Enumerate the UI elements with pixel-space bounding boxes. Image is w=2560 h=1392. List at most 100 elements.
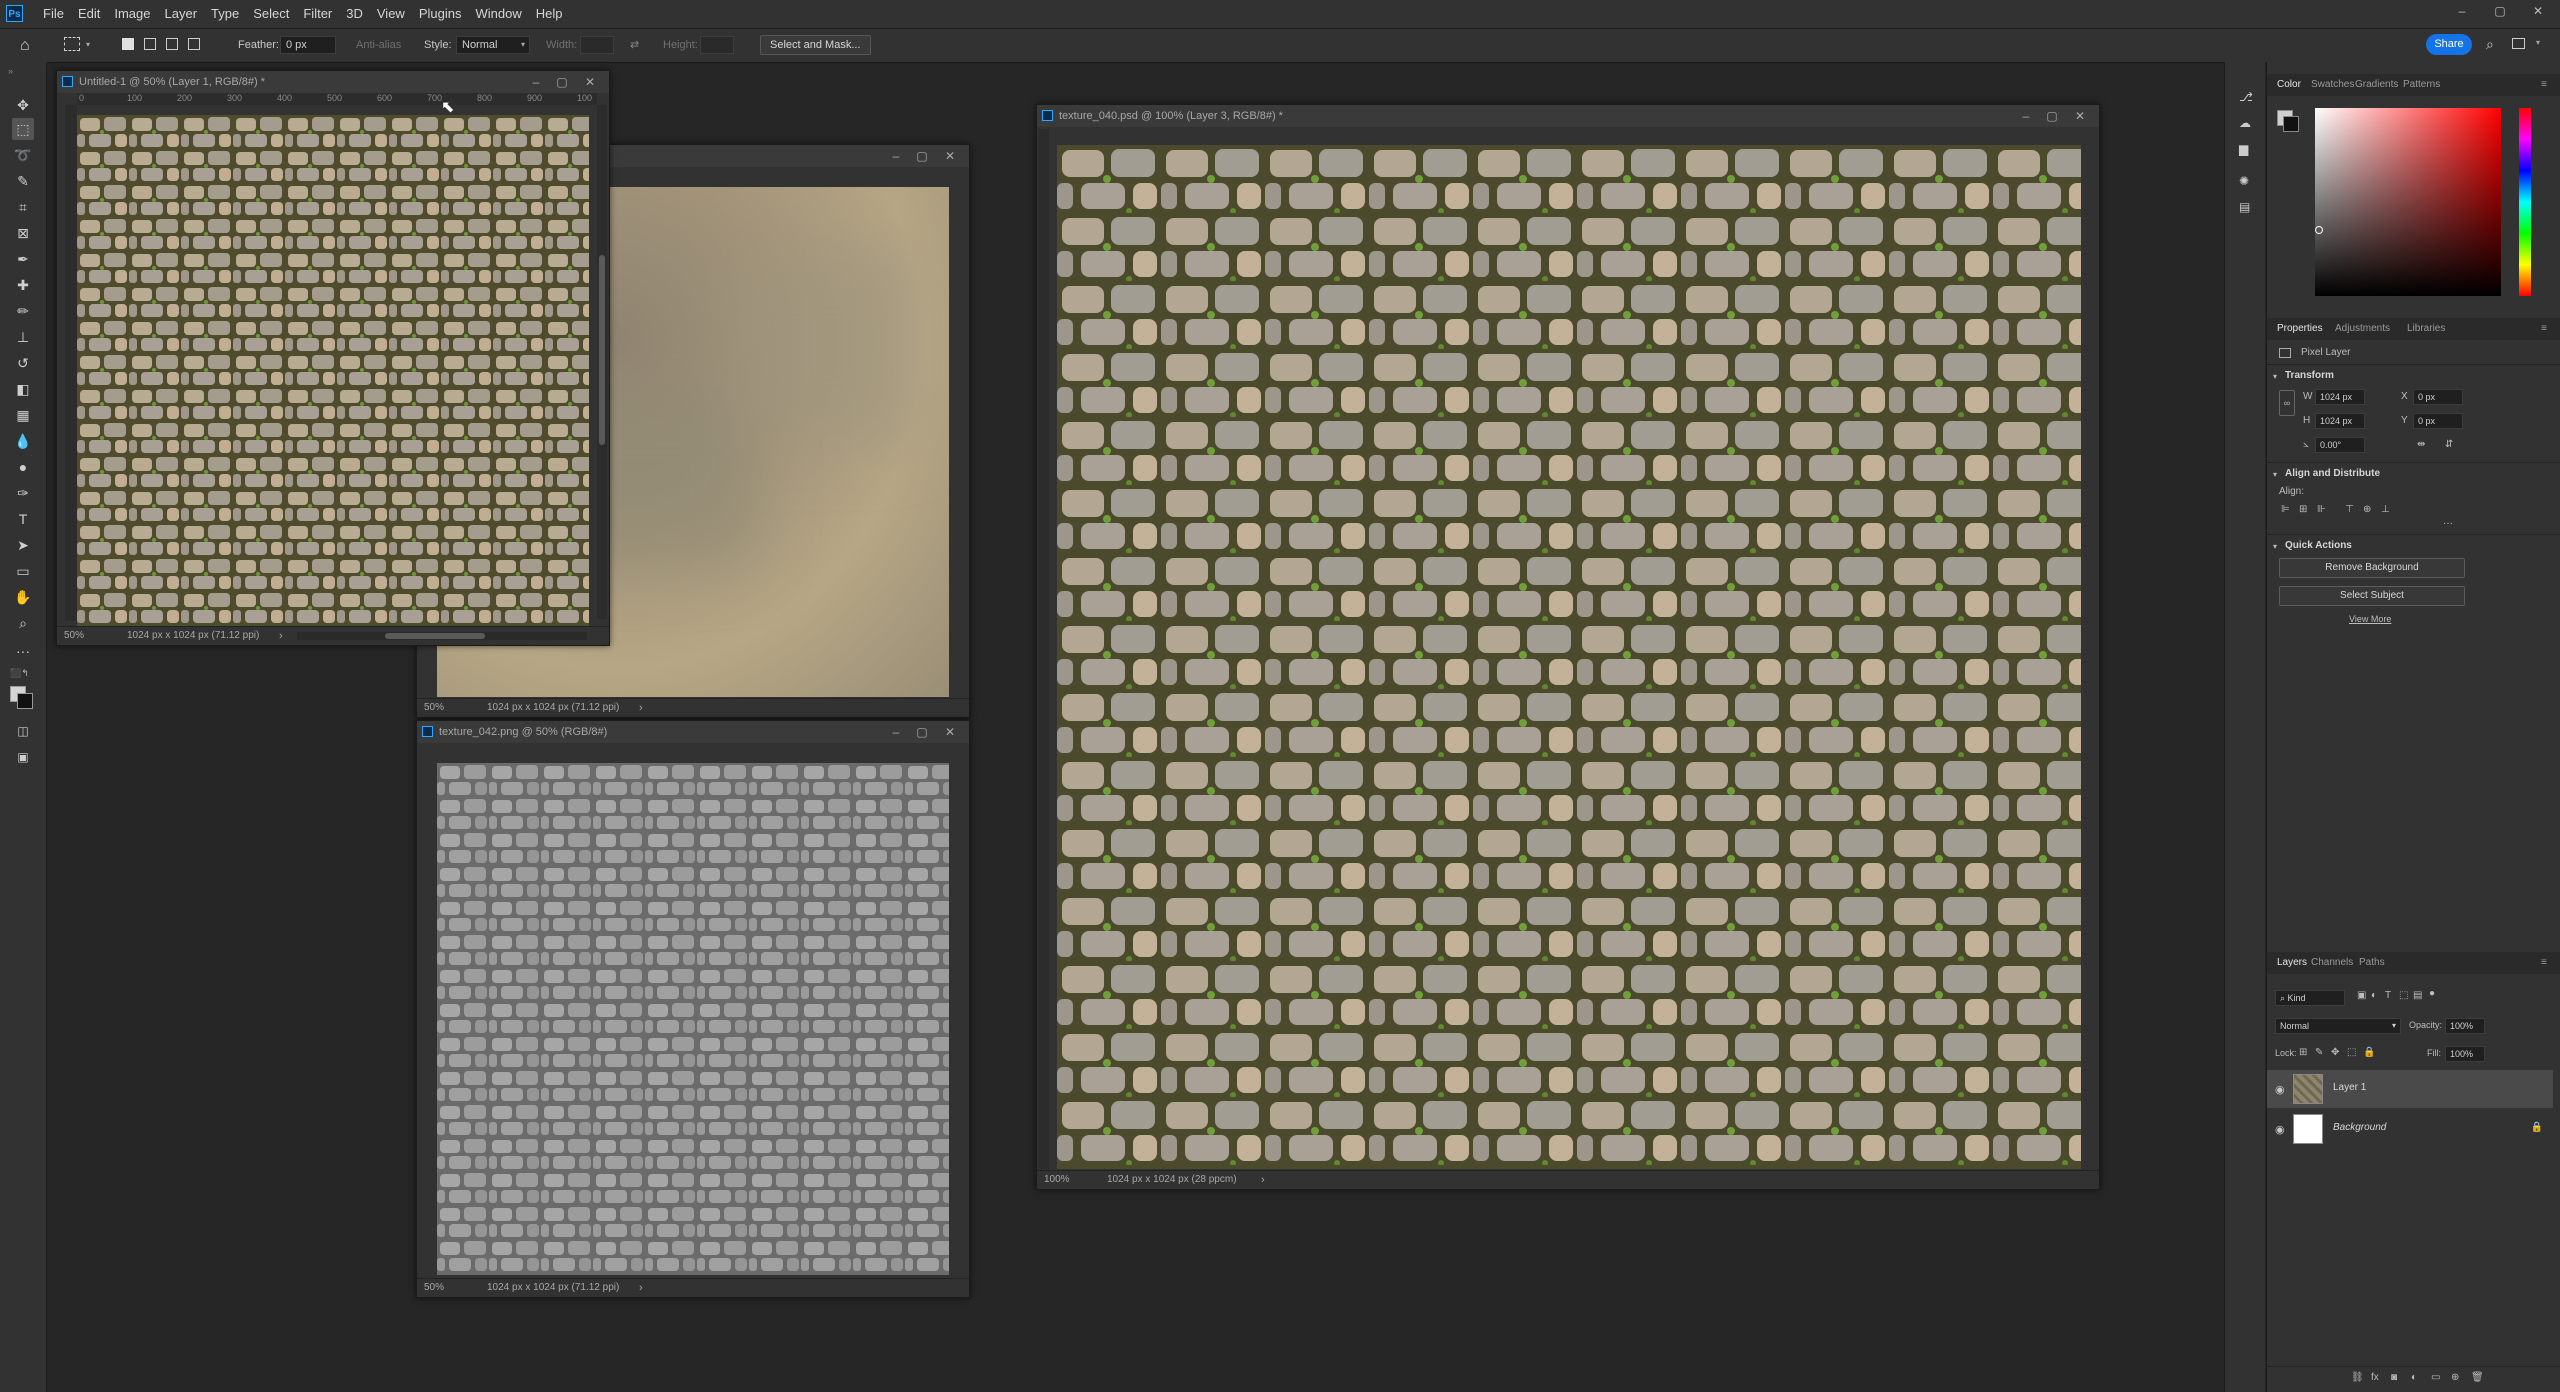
layer-name[interactable]: Layer 1 bbox=[2333, 1082, 2366, 1093]
tab-gradients[interactable]: Gradients bbox=[2355, 74, 2398, 96]
hue-slider[interactable] bbox=[2519, 108, 2531, 296]
filter-smart-object-icon[interactable]: ▤ bbox=[2413, 990, 2422, 1001]
color-picker-field[interactable] bbox=[2315, 108, 2501, 296]
menu-file[interactable]: File bbox=[36, 0, 71, 28]
tab-swatches[interactable]: Swatches bbox=[2311, 74, 2354, 96]
move-tool-icon[interactable]: ✥ bbox=[12, 94, 34, 116]
fill-field[interactable]: 100% bbox=[2445, 1046, 2485, 1062]
align-bottom-icon[interactable]: ⊥ bbox=[2381, 504, 2390, 515]
edit-toolbar-icon[interactable]: ··· bbox=[12, 640, 34, 662]
share-button[interactable]: Share bbox=[2426, 34, 2472, 55]
menu-window[interactable]: Window bbox=[468, 0, 528, 28]
brush-settings-icon[interactable]: ✺ bbox=[2239, 174, 2249, 188]
zoom-level[interactable]: 50% bbox=[64, 627, 84, 645]
background-color-swatch[interactable] bbox=[17, 693, 33, 709]
blur-tool-icon[interactable]: 💧 bbox=[12, 430, 34, 452]
layer-name[interactable]: Background bbox=[2333, 1122, 2386, 1133]
scrollbar-thumb[interactable] bbox=[599, 255, 605, 445]
comments-panel-icon[interactable]: ▆ bbox=[2239, 142, 2248, 156]
lock-image-icon[interactable]: ✎ bbox=[2315, 1047, 2323, 1058]
chevron-down-icon[interactable]: ▾ bbox=[2273, 470, 2277, 479]
tab-channels[interactable]: Channels bbox=[2311, 952, 2353, 974]
select-and-mask-button[interactable]: Select and Mask... bbox=[760, 35, 871, 55]
visibility-eye-icon[interactable]: ◉ bbox=[2275, 1083, 2285, 1096]
dodge-tool-icon[interactable]: ● bbox=[12, 456, 34, 478]
screen-mode-icon[interactable]: ▣ bbox=[12, 746, 34, 768]
eyedropper-tool-icon[interactable]: ✒ bbox=[12, 248, 34, 270]
feather-input[interactable]: 0 px bbox=[280, 36, 336, 54]
menu-select[interactable]: Select bbox=[246, 0, 296, 28]
marquee-tool-icon[interactable]: ⬚ bbox=[12, 118, 34, 140]
maximize-icon[interactable]: ▢ bbox=[909, 721, 935, 743]
scrollbar-thumb[interactable] bbox=[385, 633, 485, 639]
frame-tool-icon[interactable]: ⊠ bbox=[12, 222, 34, 244]
document-titlebar[interactable]: Untitled-1 @ 50% (Layer 1, RGB/8#) * – ▢… bbox=[57, 71, 609, 93]
zoom-level[interactable]: 50% bbox=[424, 699, 444, 717]
maximize-icon[interactable]: ▢ bbox=[909, 145, 935, 167]
menu-filter[interactable]: Filter bbox=[296, 0, 339, 28]
align-right-icon[interactable]: ⊪ bbox=[2317, 504, 2326, 515]
eraser-tool-icon[interactable]: ◧ bbox=[12, 378, 34, 400]
menu-layer[interactable]: Layer bbox=[158, 0, 205, 28]
document-titlebar[interactable]: texture_040.psd @ 100% (Layer 3, RGB/8#)… bbox=[1037, 105, 2099, 127]
align-center-h-icon[interactable]: ⊞ bbox=[2299, 504, 2307, 515]
lock-transparent-icon[interactable]: ⊞ bbox=[2299, 1047, 2307, 1058]
more-options-icon[interactable]: ··· bbox=[2443, 518, 2453, 529]
tab-libraries[interactable]: Libraries bbox=[2407, 318, 2445, 340]
y-field[interactable]: 0 px bbox=[2413, 413, 2463, 429]
close-icon[interactable]: ✕ bbox=[2067, 105, 2093, 127]
panel-menu-icon[interactable]: ≡ bbox=[2541, 318, 2547, 340]
brush-tool-icon[interactable]: ✏ bbox=[12, 300, 34, 322]
zoom-level[interactable]: 100% bbox=[1044, 1171, 1070, 1189]
height-field[interactable]: 1024 px bbox=[2315, 413, 2365, 429]
menu-view[interactable]: View bbox=[370, 0, 412, 28]
menu-3d[interactable]: 3D bbox=[339, 0, 370, 28]
gradient-tool-icon[interactable]: ▦ bbox=[12, 404, 34, 426]
align-top-icon[interactable]: ⊤ bbox=[2345, 504, 2354, 515]
align-left-icon[interactable]: ⊫ bbox=[2281, 504, 2290, 515]
blend-mode-select[interactable]: Normal ▾ bbox=[2275, 1018, 2401, 1034]
tool-presets-icon[interactable]: ▤ bbox=[2239, 200, 2250, 214]
width-input[interactable] bbox=[580, 36, 614, 54]
close-icon[interactable]: ✕ bbox=[577, 71, 603, 93]
panel-menu-icon[interactable]: ≡ bbox=[2541, 74, 2547, 96]
tab-color[interactable]: Color bbox=[2277, 74, 2301, 96]
layer-filter-kind[interactable]: ⌕ Kind bbox=[2275, 990, 2345, 1006]
chevron-down-icon[interactable]: ▾ bbox=[2273, 542, 2277, 551]
document-window-untitled[interactable]: Untitled-1 @ 50% (Layer 1, RGB/8#) * – ▢… bbox=[56, 70, 610, 646]
minimize-icon[interactable]: – bbox=[883, 721, 909, 743]
close-app-button[interactable]: ✕ bbox=[2518, 0, 2558, 22]
intersect-selection-icon[interactable] bbox=[188, 38, 200, 50]
marquee-preset-icon[interactable] bbox=[64, 37, 80, 51]
select-subject-button[interactable]: Select Subject bbox=[2279, 586, 2465, 606]
add-selection-icon[interactable] bbox=[144, 38, 156, 50]
canvas-cobblestone-large[interactable] bbox=[1057, 145, 2081, 1169]
hand-tool-icon[interactable]: ✋ bbox=[12, 586, 34, 608]
document-window-texture040[interactable]: texture_040.psd @ 100% (Layer 3, RGB/8#)… bbox=[1036, 104, 2100, 1190]
zoom-level[interactable]: 50% bbox=[424, 1279, 444, 1297]
tab-properties[interactable]: Properties bbox=[2277, 318, 2323, 340]
align-middle-v-icon[interactable]: ⊕ bbox=[2363, 504, 2371, 515]
panel-menu-icon[interactable]: ≡ bbox=[2541, 952, 2547, 974]
filter-adjustment-icon[interactable]: ◐ bbox=[2371, 990, 2377, 1001]
new-group-icon[interactable]: ▭ bbox=[2431, 1372, 2440, 1383]
crop-tool-icon[interactable]: ⌗ bbox=[12, 196, 34, 218]
menu-image[interactable]: Image bbox=[107, 0, 157, 28]
add-mask-icon[interactable]: ◙ bbox=[2391, 1372, 2397, 1383]
filter-type-icon[interactable]: T bbox=[2385, 990, 2391, 1001]
layer-row-layer1[interactable]: ◉ Layer 1 bbox=[2267, 1070, 2553, 1108]
rectangle-tool-icon[interactable]: ▭ bbox=[12, 560, 34, 582]
opacity-field[interactable]: 100% bbox=[2445, 1018, 2485, 1034]
new-layer-icon[interactable]: ⊕ bbox=[2451, 1372, 2459, 1383]
filter-shape-icon[interactable]: ⬚ bbox=[2399, 990, 2408, 1001]
quick-mask-icon[interactable]: ◫ bbox=[12, 720, 34, 742]
lock-artboard-icon[interactable]: ⬚ bbox=[2347, 1047, 2356, 1058]
maximize-icon[interactable]: ▢ bbox=[2039, 105, 2065, 127]
width-field[interactable]: 1024 px bbox=[2315, 389, 2365, 405]
tab-layers[interactable]: Layers bbox=[2277, 952, 2307, 974]
menu-help[interactable]: Help bbox=[529, 0, 570, 28]
history-brush-tool-icon[interactable]: ↺ bbox=[12, 352, 34, 374]
view-more-link[interactable]: View More bbox=[2349, 614, 2391, 624]
layer-row-background[interactable]: ◉ Background 🔒 bbox=[2267, 1110, 2553, 1148]
pen-tool-icon[interactable]: ✑ bbox=[12, 482, 34, 504]
